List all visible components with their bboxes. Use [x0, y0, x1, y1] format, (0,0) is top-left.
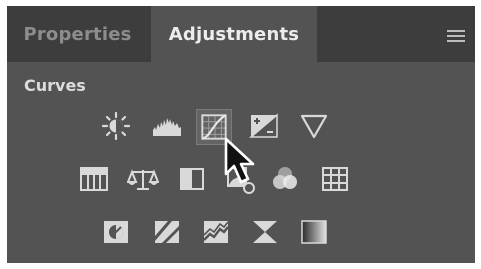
panel-tab-bar: Properties Adjustments	[7, 6, 475, 62]
adjustments-panel: Properties Adjustments Curves	[7, 6, 475, 263]
color-lookup-icon[interactable]	[319, 163, 351, 195]
section-title: Curves	[24, 76, 86, 95]
vibrance-icon[interactable]	[298, 110, 330, 142]
levels-icon[interactable]	[151, 110, 183, 142]
gradient-map-icon[interactable]	[298, 216, 330, 248]
selective-color-icon[interactable]	[249, 216, 281, 248]
tab-adjustments[interactable]: Adjustments	[151, 6, 317, 62]
invert-icon[interactable]	[100, 216, 132, 248]
posterize-icon[interactable]	[151, 216, 183, 248]
black-white-icon[interactable]	[176, 163, 208, 195]
threshold-icon[interactable]	[200, 216, 232, 248]
channel-mixer-icon[interactable]	[269, 163, 301, 195]
panel-menu-icon[interactable]	[447, 30, 465, 42]
hue-saturation-icon[interactable]	[78, 163, 110, 195]
color-balance-icon[interactable]	[127, 163, 159, 195]
brightness-contrast-icon[interactable]	[100, 110, 132, 142]
tab-properties[interactable]: Properties	[7, 6, 148, 62]
mouse-cursor	[223, 136, 261, 188]
